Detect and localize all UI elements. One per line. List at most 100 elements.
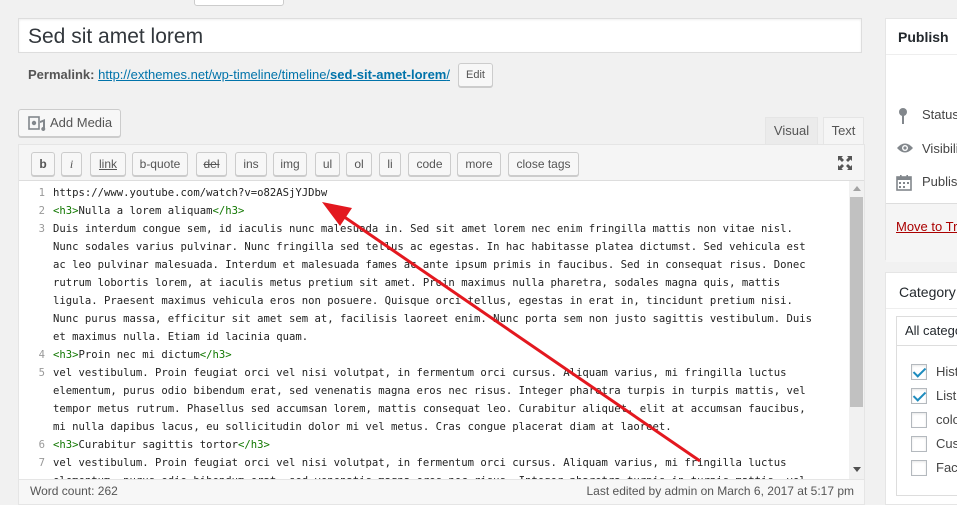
line-content: elementum, purus odio bibendum erat, sed… (53, 475, 806, 479)
permalink-base: http://exthemes.net/wp-timeline/timeline… (98, 67, 331, 82)
line-text: ac leo pulvinar malesuada. Interdum et m… (53, 256, 806, 274)
qt-more-button[interactable]: more (457, 152, 501, 176)
line-content: Nunc purus massa, efficitur sit amet sem… (53, 313, 812, 325)
line-number: 3 (38, 223, 45, 235)
qt-img-button[interactable]: img (273, 152, 307, 176)
qt-ul-button[interactable]: ul (315, 152, 340, 176)
category-item[interactable]: colo (901, 411, 957, 431)
line-text: Nunc purus massa, efficitur sit amet sem… (53, 310, 812, 328)
qt-link-button[interactable]: link (90, 152, 126, 176)
category-item[interactable]: Cust (901, 435, 957, 455)
editor-status-bar: Word count: 262 Last edited by admin on … (18, 480, 865, 505)
tab-text[interactable]: Text (823, 117, 864, 145)
edit-permalink-button[interactable]: Edit (458, 63, 493, 87)
line-content: vel vestibulum. Proin feugiat orci vel n… (53, 457, 787, 469)
line-text: elementum, purus odio bibendum erat, sed… (53, 382, 806, 400)
tab-visual[interactable]: Visual (765, 117, 818, 145)
permalink-slug: sed-sit-amet-lorem (330, 67, 447, 82)
published-label: Publish (922, 174, 957, 189)
move-to-trash-link[interactable]: Move to Tr (896, 219, 957, 234)
category-panel: Category All catego Hist List colo Cust … (885, 272, 957, 505)
line-content: ac leo pulvinar malesuada. Interdum et m… (53, 259, 806, 271)
scroll-up-icon[interactable] (853, 186, 861, 191)
category-item-label: List (936, 388, 957, 403)
distraction-free-icon[interactable] (835, 153, 855, 173)
published-row: Publish (896, 174, 957, 195)
line-content: tempor metus rutrum. Phasellus sed accum… (53, 403, 806, 415)
category-title[interactable]: Category (886, 273, 957, 309)
last-edited: Last edited by admin on March 6, 2017 at… (586, 484, 855, 498)
editor-scrollbar[interactable] (849, 181, 864, 479)
status-label: Status (922, 107, 957, 122)
publish-footer: Move to Tr (886, 203, 957, 262)
line-number: 2 (38, 205, 45, 217)
permalink-label: Permalink: (28, 67, 95, 82)
line-content: et maximus nulla. Etiam id lacinia quam. (53, 331, 309, 343)
line-text: ligula. Praesent maximus vehicula eros n… (53, 292, 793, 310)
line-number: 7 (38, 457, 45, 469)
category-checkbox[interactable] (911, 436, 927, 452)
category-item[interactable]: List (901, 387, 957, 407)
permalink-link[interactable]: http://exthemes.net/wp-timeline/timeline… (98, 67, 450, 82)
line-text: elementum, purus odio bibendum erat, sed… (53, 472, 806, 479)
category-checkbox[interactable] (911, 460, 927, 476)
category-checkbox[interactable] (911, 364, 927, 380)
line-content: vel vestibulum. Proin feugiat orci vel n… (53, 367, 787, 379)
line-content: elementum, purus odio bibendum erat, sed… (53, 385, 806, 397)
line-text: <h3>Proin nec mi dictum</h3> (53, 346, 232, 364)
word-count: Word count: 262 (30, 484, 118, 498)
html-open-tag: <h3> (53, 349, 79, 361)
qt-italic-button[interactable]: i (61, 152, 82, 176)
line-text: rutrum lobortis lorem, at iaculis metus … (53, 274, 780, 292)
pin-icon (899, 108, 907, 124)
line-text: <h3>Nulla a lorem aliquam</h3> (53, 202, 244, 220)
line-text: tempor metus rutrum. Phasellus sed accum… (53, 400, 806, 418)
qt-del-button[interactable]: del (196, 152, 227, 176)
category-tab-all[interactable]: All catego (896, 316, 957, 346)
line-content: Proin nec mi dictum (78, 349, 200, 361)
category-item-label: Cust (936, 436, 957, 451)
category-item-label: Hist (936, 364, 957, 379)
status-row: Status (896, 107, 957, 129)
scroll-thumb[interactable] (850, 197, 863, 407)
line-content: Nulla a lorem aliquam (78, 205, 213, 217)
qt-li-button[interactable]: li (379, 152, 401, 176)
add-media-button[interactable]: Add Media (18, 109, 121, 137)
add-media-label: Add Media (50, 115, 113, 130)
line-content: rutrum lobortis lorem, at iaculis metus … (53, 277, 781, 289)
permalink-end: / (446, 67, 450, 82)
line-content: mi nulla dapibus lacus, eu sollicitudin … (53, 421, 672, 433)
line-text: et maximus nulla. Etiam id lacinia quam. (53, 328, 308, 346)
category-checkbox[interactable] (911, 388, 927, 404)
publish-title[interactable]: Publish (886, 19, 957, 55)
line-content: Nunc sodales varius pulvinar. Nunc fring… (53, 241, 806, 253)
post-title-input[interactable]: Sed sit amet lorem (18, 18, 862, 53)
line-content: https://www.youtube.com/watch?v=o82ASjYJ… (53, 187, 328, 199)
code-editor-area[interactable]: 1 https://www.youtube.com/watch?v=o82ASjY… (19, 181, 864, 479)
scroll-down-icon[interactable] (853, 467, 861, 472)
visibility-row: Visibili (896, 141, 957, 159)
qt-close-tags-button[interactable]: close tags (508, 152, 579, 176)
category-item[interactable]: Face (901, 459, 957, 479)
visibility-label: Visibili (922, 141, 957, 156)
qt-code-button[interactable]: code (408, 152, 451, 176)
line-number: 5 (38, 367, 45, 379)
line-number: 6 (38, 439, 45, 451)
publish-panel: Publish Status Visibili Publish Move to … (885, 18, 957, 262)
qt-ol-button[interactable]: ol (346, 152, 372, 176)
line-content: Duis interdum congue sem, id iaculis nun… (53, 223, 793, 235)
qt-bquote-button[interactable]: b-quote (132, 152, 188, 176)
line-number: 1 (38, 187, 45, 199)
line-text: vel vestibulum. Proin feugiat orci vel n… (53, 364, 786, 382)
top-toolbar-button-partial[interactable] (194, 0, 284, 6)
category-item-label: colo (936, 412, 957, 427)
category-checkbox[interactable] (911, 412, 927, 428)
eye-icon (897, 143, 913, 153)
qt-bold-button[interactable]: b (31, 152, 55, 176)
html-open-tag: <h3> (53, 439, 79, 451)
calendar-icon (896, 175, 912, 191)
category-item[interactable]: Hist (901, 363, 957, 383)
permalink-row: Permalink: http://exthemes.net/wp-timeli… (28, 67, 450, 83)
line-text: Nunc sodales varius pulvinar. Nunc fring… (53, 238, 806, 256)
qt-ins-button[interactable]: ins (235, 152, 267, 176)
